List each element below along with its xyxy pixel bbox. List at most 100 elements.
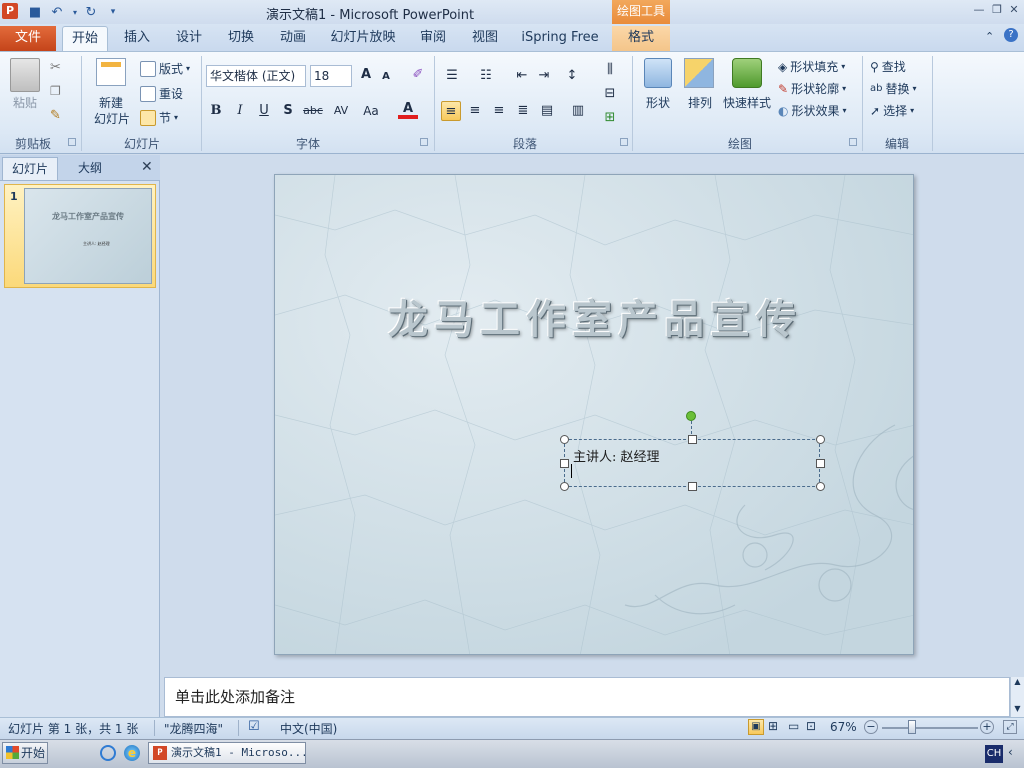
zoom-slider-track[interactable] [882,727,978,729]
language-status[interactable]: 中文(中国) [280,720,337,737]
char-spacing-button[interactable]: AV [328,101,354,121]
align-text-icon[interactable]: ⊟ [600,84,620,104]
tab-transitions[interactable]: 切换 [220,26,262,51]
clipboard-launcher-icon[interactable] [68,138,76,146]
zoom-level[interactable]: 67% [830,720,857,734]
zoom-in-icon[interactable]: + [980,720,994,734]
shadow-button[interactable]: S [278,101,298,121]
slideshow-view-icon[interactable]: ⊡ [806,719,816,733]
tab-format[interactable]: 格式 [612,26,670,51]
bullets-icon[interactable]: ☰ [442,66,462,86]
minimize-ribbon-icon[interactable]: ⌃ [985,30,994,43]
columns-icon[interactable]: ▥ [568,101,588,121]
increase-indent-icon[interactable]: ⇥ [534,66,554,86]
notes-scrollbar[interactable]: ▲ ▼ [1010,677,1024,717]
browser-icon[interactable] [100,745,116,761]
font-name-combo[interactable]: 华文楷体 (正文) [206,65,306,87]
slide-sorter-icon[interactable]: ⊞ [768,719,778,733]
underline-button[interactable]: U [254,101,274,121]
start-button[interactable]: 开始 [2,742,48,764]
close-panel-icon[interactable]: ✕ [141,159,153,175]
resize-handle-e[interactable] [816,459,825,468]
distributed-icon[interactable]: ▤ [537,101,557,121]
select-button[interactable]: ➚ 选择 ▾ [870,102,914,119]
powerpoint-app-icon[interactable]: P [2,3,18,19]
text-direction-icon[interactable]: ⫼ [600,60,620,80]
replace-button[interactable]: ab 替换 ▾ [870,80,917,97]
shrink-font-button[interactable]: A [376,67,396,87]
rotate-handle[interactable] [686,411,696,421]
paragraph-launcher-icon[interactable] [620,138,628,146]
quick-styles-button[interactable]: 快速样式 [722,94,772,111]
customize-qat-icon[interactable]: ▾ [104,3,122,21]
align-left-icon[interactable]: ≡ [441,101,461,121]
font-size-combo[interactable]: 18 [310,65,352,87]
resize-handle-w[interactable] [560,459,569,468]
notes-placeholder[interactable]: 单击此处添加备注 [175,686,295,707]
smartart-icon[interactable]: ⊞ [600,108,620,128]
strikethrough-button[interactable]: abc [300,101,326,121]
undo-icon[interactable]: ↶ [48,3,66,21]
arrange-button[interactable]: 排列 [682,94,718,111]
internet-explorer-icon[interactable]: e [124,745,140,761]
zoom-slider-thumb[interactable] [908,720,916,734]
italic-button[interactable]: I [230,101,250,121]
help-icon[interactable]: ? [1004,28,1018,42]
ime-indicator[interactable]: CH [985,745,1003,763]
shape-outline-button[interactable]: ✎ 形状轮廓 ▾ [778,80,846,97]
find-button[interactable]: ⚲ 查找 [870,58,906,75]
resize-handle-ne[interactable] [816,435,825,444]
reset-button[interactable]: 重设 [140,85,183,102]
tab-file[interactable]: 文件 [0,26,56,51]
tab-slides-panel[interactable]: 幻灯片 [2,157,58,180]
line-spacing-icon[interactable]: ↕ [562,66,582,86]
reading-view-icon[interactable]: ▭ [788,719,799,733]
arrange-icon[interactable] [684,58,714,88]
shapes-icon[interactable] [644,58,672,88]
new-slide-icon[interactable] [96,58,126,86]
drawing-launcher-icon[interactable] [849,138,857,146]
slide-title[interactable]: 龙马工作室产品宣传 [275,287,913,345]
clear-format-icon[interactable]: ✐ [408,65,428,85]
tab-animations[interactable]: 动画 [272,26,314,51]
subtitle-text[interactable]: 主讲人: 赵经理 [573,446,660,465]
resize-handle-n[interactable] [688,435,697,444]
font-color-button[interactable]: A [398,99,418,119]
tray-expand-icon[interactable]: ‹ [1008,745,1013,759]
zoom-out-icon[interactable]: − [864,720,878,734]
resize-handle-s[interactable] [688,482,697,491]
spell-check-icon[interactable]: ☑ [248,719,260,734]
restore-icon[interactable]: ❐ [990,3,1004,17]
numbering-icon[interactable]: ☷ [476,66,496,86]
tab-design[interactable]: 设计 [168,26,210,51]
format-painter-icon[interactable]: ✎ [50,108,61,123]
tab-ispring[interactable]: iSpring Free [516,26,604,51]
tab-view[interactable]: 视图 [464,26,506,51]
shape-effects-button[interactable]: ◐ 形状效果 ▾ [778,102,847,119]
normal-view-icon[interactable]: ▣ [748,719,764,735]
align-center-icon[interactable]: ≡ [465,101,485,121]
copy-icon[interactable]: ❐ [50,84,61,98]
fit-to-window-icon[interactable]: ⤢ [1003,720,1017,734]
quick-styles-icon[interactable] [732,58,762,88]
justify-icon[interactable]: ≣ [513,101,533,121]
tab-home[interactable]: 开始 [62,26,108,51]
save-icon[interactable]: ■ [26,3,44,21]
section-button[interactable]: 节 ▾ [140,109,178,126]
slide-canvas[interactable]: 龙马工作室产品宣传 主讲人: 赵经理 [274,174,914,655]
change-case-button[interactable]: Aa [358,101,384,121]
resize-handle-nw[interactable] [560,435,569,444]
subtitle-placeholder[interactable]: 主讲人: 赵经理 [564,439,820,487]
paste-button[interactable]: 粘贴 [10,94,40,111]
resize-handle-sw[interactable] [560,482,569,491]
scroll-down-icon[interactable]: ▼ [1011,704,1024,713]
align-right-icon[interactable]: ≡ [489,101,509,121]
scroll-up-icon[interactable]: ▲ [1011,677,1024,686]
font-launcher-icon[interactable] [420,138,428,146]
shape-fill-button[interactable]: ◈ 形状填充 ▾ [778,58,845,75]
slide-thumbnail[interactable]: 龙马工作室产品宣传 主讲人: 赵经理 [24,188,152,284]
tab-slideshow[interactable]: 幻灯片放映 [324,26,402,51]
tab-review[interactable]: 审阅 [412,26,454,51]
cut-icon[interactable]: ✂ [50,60,61,75]
decrease-indent-icon[interactable]: ⇤ [512,66,532,86]
